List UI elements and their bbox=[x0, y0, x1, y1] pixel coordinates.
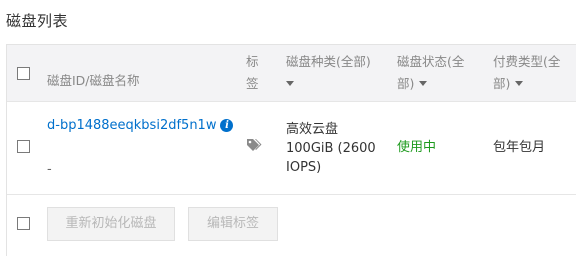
disk-size-iops: 100GiB (2600 bbox=[286, 141, 376, 156]
header-disk-type-filter[interactable]: 磁盘种类(全部) bbox=[286, 51, 371, 95]
table-row: d-bp1488eeqkbsi2df5n1w i - 高效云盘 100GiB (2… bbox=[7, 102, 576, 195]
row-checkbox[interactable] bbox=[17, 140, 30, 153]
disk-type: 高效云盘 bbox=[286, 122, 339, 137]
page-title: 磁盘列表 bbox=[6, 12, 69, 30]
caret-down-icon bbox=[515, 81, 524, 86]
select-all-checkbox[interactable] bbox=[17, 67, 30, 80]
header-pay-type-line2: 部) bbox=[493, 76, 511, 91]
edit-tags-button[interactable]: 编辑标签 bbox=[188, 207, 278, 241]
disk-type-cell: 高效云盘 100GiB (2600 IOPS) bbox=[286, 120, 376, 177]
reinit-disk-button[interactable]: 重新初始化磁盘 bbox=[47, 207, 175, 241]
disk-iops: IOPS) bbox=[286, 160, 322, 175]
header-disk-status-line2: 部) bbox=[397, 76, 415, 91]
pay-type: 包年包月 bbox=[493, 140, 546, 155]
disk-id-cell: d-bp1488eeqkbsi2df5n1w i bbox=[47, 116, 234, 136]
footer-select-all-checkbox[interactable] bbox=[17, 217, 30, 230]
header-tags: 标 签 bbox=[246, 51, 259, 95]
header-pay-type-line1: 付费类型(全 bbox=[493, 54, 561, 69]
disk-id-link[interactable]: d-bp1488eeqkbsi2df5n1w bbox=[47, 118, 216, 133]
table-footer: 重新初始化磁盘 编辑标签 bbox=[7, 195, 576, 256]
disk-name: - bbox=[47, 162, 52, 177]
caret-down-icon bbox=[286, 81, 294, 86]
header-disk-id-name: 磁盘ID/磁盘名称 bbox=[47, 73, 140, 88]
header-tags-line1: 标 bbox=[246, 54, 259, 69]
tag-icon[interactable] bbox=[246, 138, 262, 152]
status-badge: 使用中 bbox=[397, 140, 437, 155]
header-disk-status-line1: 磁盘状态(全 bbox=[397, 54, 465, 69]
header-pay-type-filter[interactable]: 付费类型(全 部) bbox=[493, 51, 560, 95]
caret-down-icon bbox=[419, 81, 428, 86]
disk-table: 磁盘ID/磁盘名称 标 签 磁盘种类(全部) 磁盘状态(全 部) 付费类型(全 … bbox=[6, 44, 576, 256]
info-icon[interactable]: i bbox=[220, 119, 234, 132]
table-header: 磁盘ID/磁盘名称 标 签 磁盘种类(全部) 磁盘状态(全 部) 付费类型(全 … bbox=[7, 45, 576, 102]
header-tags-line2: 签 bbox=[246, 76, 259, 91]
header-disk-type-label: 磁盘种类(全部) bbox=[286, 54, 371, 69]
header-disk-status-filter[interactable]: 磁盘状态(全 部) bbox=[397, 51, 464, 95]
